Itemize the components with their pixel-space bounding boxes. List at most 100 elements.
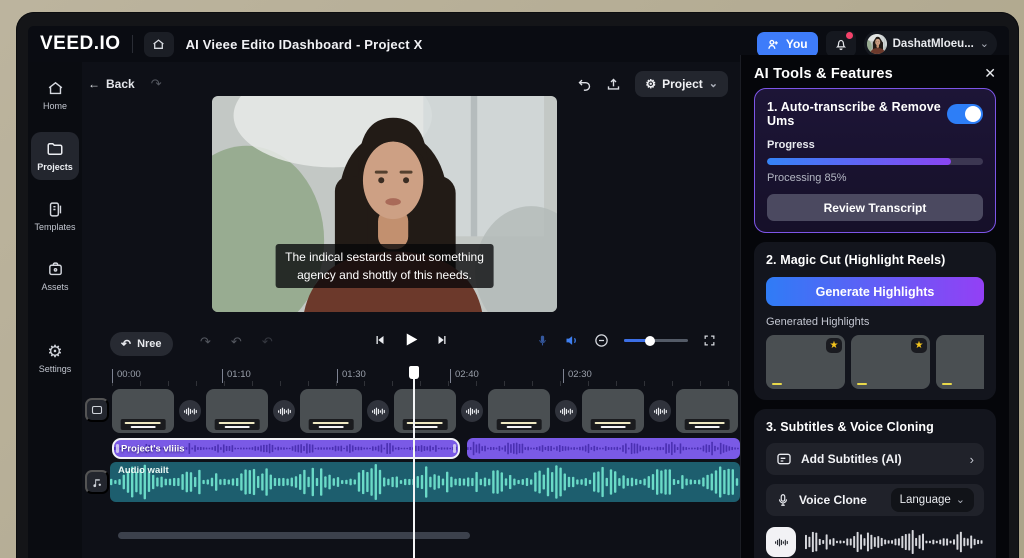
project-menu-button[interactable]: ⚙ Project ⌄ — [635, 71, 728, 97]
add-subtitles-row[interactable]: Add Subtitles (AI) › — [766, 443, 984, 475]
audio-segment-icon[interactable] — [555, 400, 577, 422]
back-arrow-icon: ← — [88, 77, 100, 91]
audio-segment-icon[interactable] — [461, 400, 483, 422]
clip-thumbnail[interactable] — [582, 389, 644, 433]
audio-segment-icon[interactable] — [367, 400, 389, 422]
audio-waveform-clip[interactable]: Audio wailt — [110, 462, 740, 502]
clip-thumbnail[interactable] — [488, 389, 550, 433]
notifications-button[interactable] — [825, 31, 856, 57]
skip-back-button[interactable] — [374, 334, 386, 346]
sidebar-item-projects[interactable]: Projects — [31, 132, 79, 180]
progress-status: Processing 85% — [767, 172, 847, 184]
play-button[interactable] — [403, 331, 420, 348]
clip-thumbnail[interactable] — [112, 389, 174, 433]
audio-segment-icon[interactable] — [649, 400, 671, 422]
invite-you-button[interactable]: You — [756, 31, 818, 57]
undo-button[interactable] — [577, 77, 592, 92]
document-title: AI Vieee Edito IDashboard - Project X — [185, 36, 423, 52]
slider-knob[interactable] — [644, 335, 655, 346]
fullscreen-button[interactable] — [703, 334, 716, 347]
sidebar-item-templates[interactable]: Templates — [31, 193, 79, 240]
account-name: DashatMloeu... — [892, 38, 974, 50]
mini-subtitle — [308, 419, 354, 430]
highlight-thumbnail[interactable]: ★ — [851, 335, 930, 389]
clip-thumbnail[interactable] — [676, 389, 738, 433]
mic-mute-button[interactable] — [536, 334, 549, 347]
undo-icon[interactable]: ↶ — [231, 334, 242, 350]
clip-label: Project's vliiis — [121, 443, 185, 454]
reset-icon[interactable]: ↶ — [262, 334, 273, 350]
mic-icon — [778, 494, 788, 506]
undo-icon — [578, 79, 591, 91]
audio-clip-segment[interactable] — [467, 438, 740, 459]
play-icon — [406, 333, 418, 346]
speaker-button[interactable] — [564, 333, 579, 348]
back-button[interactable]: ← Back — [88, 77, 135, 91]
selected-clip[interactable]: Project's vliiis — [112, 438, 460, 459]
mic-icon — [539, 335, 546, 346]
chevron-down-icon: ⌄ — [955, 493, 965, 506]
mini-subtitle — [590, 419, 636, 430]
undo-icon: ↶ — [121, 337, 132, 351]
zoom-out-button[interactable] — [594, 333, 609, 348]
redo-icon[interactable]: ↷ — [151, 76, 162, 92]
audio-segment-icon[interactable] — [179, 400, 201, 422]
generated-highlights-label: Generated Highlights — [766, 316, 870, 328]
voice-play-button[interactable] — [766, 527, 796, 557]
gear-icon: ⚙ — [47, 342, 63, 361]
playhead[interactable] — [409, 366, 419, 558]
auto-transcribe-card: 1. Auto-transcribe & Remove Ums Progress… — [754, 88, 996, 233]
close-icon[interactable]: ✕ — [984, 65, 996, 82]
video-track-button[interactable] — [85, 398, 109, 422]
mini-subtitle — [496, 419, 542, 430]
card1-title: 1. Auto-transcribe & Remove Ums — [767, 100, 941, 128]
sidebar-item-settings[interactable]: ⚙ Settings — [31, 335, 79, 382]
clip-thumbnail[interactable] — [206, 389, 268, 433]
trim-handle-left[interactable] — [116, 444, 119, 453]
highlight-thumbnail[interactable]: ★ — [766, 335, 845, 389]
history-controls: ↷ ↶ ↶ — [200, 334, 273, 350]
chevron-right-icon: › — [969, 451, 974, 467]
export-button[interactable] — [606, 77, 621, 92]
skip-forward-button[interactable] — [437, 334, 449, 346]
playhead-handle[interactable] — [409, 366, 419, 379]
home-icon — [48, 81, 62, 95]
upload-icon — [608, 78, 620, 90]
sidebar-item-assets[interactable]: Assets — [31, 253, 79, 300]
person-plus-icon — [768, 39, 778, 49]
playback-controls — [374, 331, 449, 348]
divider — [131, 35, 133, 53]
auto-transcribe-toggle[interactable] — [947, 104, 983, 124]
veed-logo: VEED.IO — [40, 33, 121, 54]
video-preview[interactable]: The indical sestards about something age… — [212, 96, 557, 312]
star-icon: ★ — [911, 338, 927, 353]
timeline-zoom-slider[interactable] — [624, 335, 688, 346]
panel-title: AI Tools & Features — [754, 65, 893, 82]
home-icon-button[interactable] — [143, 31, 174, 57]
review-transcript-button[interactable]: Review Transcript — [767, 194, 983, 221]
redo-icon[interactable]: ↷ — [200, 334, 211, 350]
timeline-tool-button[interactable]: ↶ Nree — [110, 332, 173, 356]
audio-segment-icon[interactable] — [273, 400, 295, 422]
subtitles-icon — [777, 453, 791, 465]
voice-clone-row[interactable]: Voice Clone Language ⌄ — [766, 484, 984, 516]
clip-thumbnail[interactable] — [394, 389, 456, 433]
mini-subtitle — [120, 419, 166, 430]
timeline-scrollbar[interactable] — [118, 532, 470, 539]
trim-handle-right[interactable] — [453, 444, 456, 453]
audio-track-button[interactable] — [85, 470, 109, 494]
voice-preview-row — [766, 526, 984, 558]
account-menu[interactable]: DashatMloeu... ⌄ — [863, 31, 997, 57]
progress-label: Progress — [767, 139, 815, 151]
star-icon: ★ — [826, 338, 842, 353]
sidebar-item-home[interactable]: Home — [31, 72, 79, 119]
clip-thumbnail[interactable] — [300, 389, 362, 433]
language-dropdown[interactable]: Language ⌄ — [890, 488, 974, 512]
avatar — [866, 34, 887, 54]
subtitles-voice-card: 3. Subtitles & Voice Cloning Add Subtitl… — [754, 409, 996, 558]
highlight-thumbnail[interactable]: ★ — [936, 335, 984, 389]
template-icon — [49, 202, 61, 217]
subtitle-overlay: The indical sestards about something age… — [275, 244, 494, 288]
generate-highlights-button[interactable]: Generate Highlights — [766, 277, 984, 306]
highlights-row: ★ ★ — [766, 335, 984, 389]
